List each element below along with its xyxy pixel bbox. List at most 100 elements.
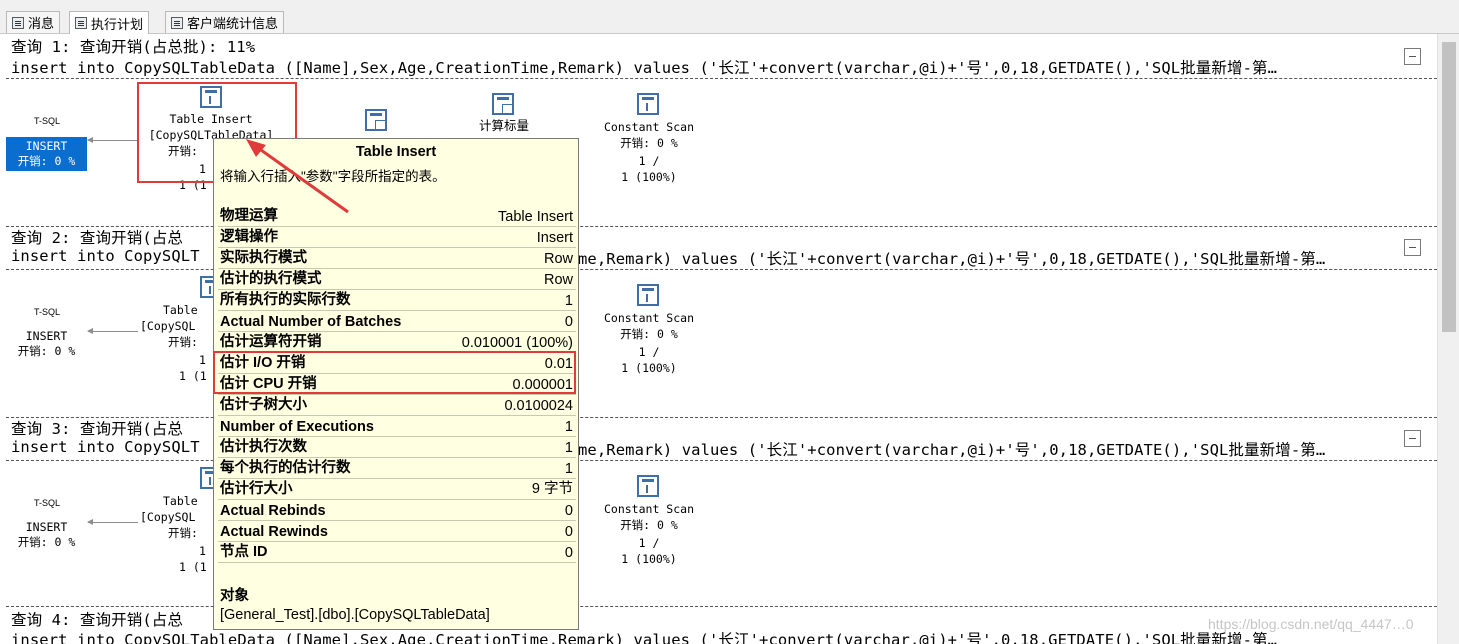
table-insert-rows-est: 1 (1: [179, 369, 207, 383]
property-name: Actual Rewinds: [220, 524, 328, 540]
insert-label: INSERT: [25, 139, 68, 153]
tooltip-property-row: 估计行大小 9 字节: [218, 479, 576, 500]
query-sql: insert into CopySQLTableData ([Name],Sex…: [11, 59, 1278, 77]
table-insert-rows-est: 1 (1: [179, 560, 207, 574]
property-value: 0.010001 (100%): [461, 335, 573, 351]
insert-cost: 开销: 0 %: [17, 344, 76, 358]
constant-scan-label: Constant Scan: [603, 311, 694, 325]
property-name: 实际执行模式: [220, 250, 307, 266]
tooltip-property-row: 估计执行次数 1: [218, 437, 576, 458]
property-value: 1: [564, 440, 573, 456]
client-stats-icon: [171, 16, 183, 29]
tooltip-property-row: Number of Executions 1: [218, 416, 576, 437]
highlight-io-cpu-cost: [213, 351, 576, 394]
tooltip-property-row: 逻辑操作 Insert: [218, 227, 576, 248]
constant-scan-label: Constant Scan: [603, 120, 694, 134]
tsql-label: T-SQL: [34, 307, 61, 317]
table-insert-cost: 开销:: [168, 335, 198, 349]
property-value: 0.0100024: [504, 398, 573, 414]
property-value: Row: [543, 272, 573, 288]
query-sql-left: insert into CopySQLT: [11, 247, 200, 265]
query-title: 查询 3: 查询开销(占总: [11, 420, 183, 438]
execution-plan-icon: [75, 17, 87, 29]
collapse-button[interactable]: [1404, 48, 1421, 65]
property-value: 0: [564, 314, 573, 330]
annotation-arrow-line: [253, 143, 349, 214]
constant-scan-rows-est: 1 (100%): [621, 361, 677, 375]
scrollbar-thumb[interactable]: [1442, 42, 1456, 332]
property-name: 逻辑操作: [220, 229, 278, 245]
property-name: Actual Rebinds: [220, 503, 326, 519]
vertical-scrollbar[interactable]: [1437, 34, 1459, 644]
constant-scan-rows: 1 /: [638, 345, 660, 359]
collapse-button[interactable]: [1404, 430, 1421, 447]
constant-scan-icon[interactable]: [637, 93, 659, 115]
property-name: 估计执行次数: [220, 439, 307, 455]
compute-scalar-partial-icon[interactable]: [365, 109, 387, 131]
tab-label: 消息: [28, 16, 55, 31]
property-name: 每个执行的估计行数: [220, 460, 351, 476]
property-name: 估计子树大小: [220, 397, 307, 413]
property-value: 0: [564, 503, 573, 519]
table-insert-cost: 开销:: [168, 526, 198, 540]
annotation-arrow-head: [246, 139, 266, 157]
tooltip-property-row: 估计子树大小 0.0100024: [218, 395, 576, 416]
property-name: 所有执行的实际行数: [220, 292, 351, 308]
constant-scan-cost: 开销: 0 %: [620, 518, 678, 532]
flow-arrow: [87, 519, 138, 525]
flow-arrow: [87, 137, 138, 143]
property-value: 1: [564, 461, 573, 477]
query-sql-right: me,Remark) values ('长江'+convert(varchar,…: [578, 250, 1326, 268]
property-value: Row: [543, 251, 573, 267]
collapse-button[interactable]: [1404, 239, 1421, 256]
tooltip-property-row: 所有执行的实际行数 1: [218, 290, 576, 311]
tooltip-property-row: 估计运算符开销 0.010001 (100%): [218, 332, 576, 353]
query-sql: insert into CopySQLTableData ([Name],Sex…: [11, 631, 1278, 644]
tooltip-property-row: Actual Rebinds 0: [218, 500, 576, 521]
tooltip-property-row: 实际执行模式 Row: [218, 248, 576, 269]
compute-scalar-label: 计算标量: [478, 118, 529, 133]
table-insert-rows: 1: [199, 353, 206, 367]
constant-scan-rows: 1 /: [638, 154, 660, 168]
tab-messages[interactable]: 消息: [6, 11, 61, 33]
table-insert-rows: 1: [199, 544, 206, 558]
query-title: 查询 4: 查询开销(占总: [11, 611, 183, 629]
tab-client-stats[interactable]: 客户端统计信息: [165, 11, 285, 33]
tooltip-property-row: Actual Rewinds 0: [218, 521, 576, 542]
compute-scalar-icon[interactable]: [492, 93, 514, 115]
table-insert-object: [CopySQL: [140, 319, 196, 333]
insert-cost: 开销: 0 %: [17, 154, 76, 168]
constant-scan-rows: 1 /: [638, 536, 660, 550]
property-value: 1: [564, 419, 573, 435]
constant-scan-cost: 开销: 0 %: [620, 327, 678, 341]
messages-icon: [12, 16, 24, 29]
tooltip-property-row: 节点 ID 0: [218, 542, 576, 563]
constant-scan-cost: 开销: 0 %: [620, 136, 678, 150]
constant-scan-icon[interactable]: [637, 475, 659, 497]
tooltip-object-value: [General_Test].[dbo].[CopySQLTableData]: [220, 607, 490, 623]
insert-label: INSERT: [25, 329, 68, 343]
property-name: 估计行大小: [220, 481, 293, 497]
tsql-label: T-SQL: [34, 116, 61, 126]
tooltip-property-row: 每个执行的估计行数 1: [218, 458, 576, 479]
query-title: 查询 2: 查询开销(占总: [11, 229, 183, 247]
result-tab-bar: 消息 执行计划 客户端统计信息: [0, 0, 1459, 34]
flow-arrow: [87, 328, 138, 334]
property-name: Actual Number of Batches: [220, 314, 402, 330]
annotation-arrow: [246, 139, 349, 214]
constant-scan-rows-est: 1 (100%): [621, 170, 677, 184]
divider: [6, 78, 1437, 79]
insert-cost: 开销: 0 %: [17, 535, 76, 549]
constant-scan-rows-est: 1 (100%): [621, 552, 677, 566]
tsql-label: T-SQL: [34, 498, 61, 508]
constant-scan-icon[interactable]: [637, 284, 659, 306]
property-value: Table Insert: [498, 209, 573, 225]
insert-node-selected[interactable]: INSERT 开销: 0 %: [6, 137, 87, 171]
constant-scan-label: Constant Scan: [603, 502, 694, 516]
property-value: 0: [564, 524, 573, 540]
property-name: 估计的执行模式: [220, 271, 322, 287]
tab-label: 客户端统计信息: [187, 16, 279, 31]
tab-label: 执行计划: [91, 16, 144, 32]
tab-execution-plan[interactable]: 执行计划: [69, 11, 150, 34]
property-name: 估计运算符开销: [220, 334, 322, 350]
